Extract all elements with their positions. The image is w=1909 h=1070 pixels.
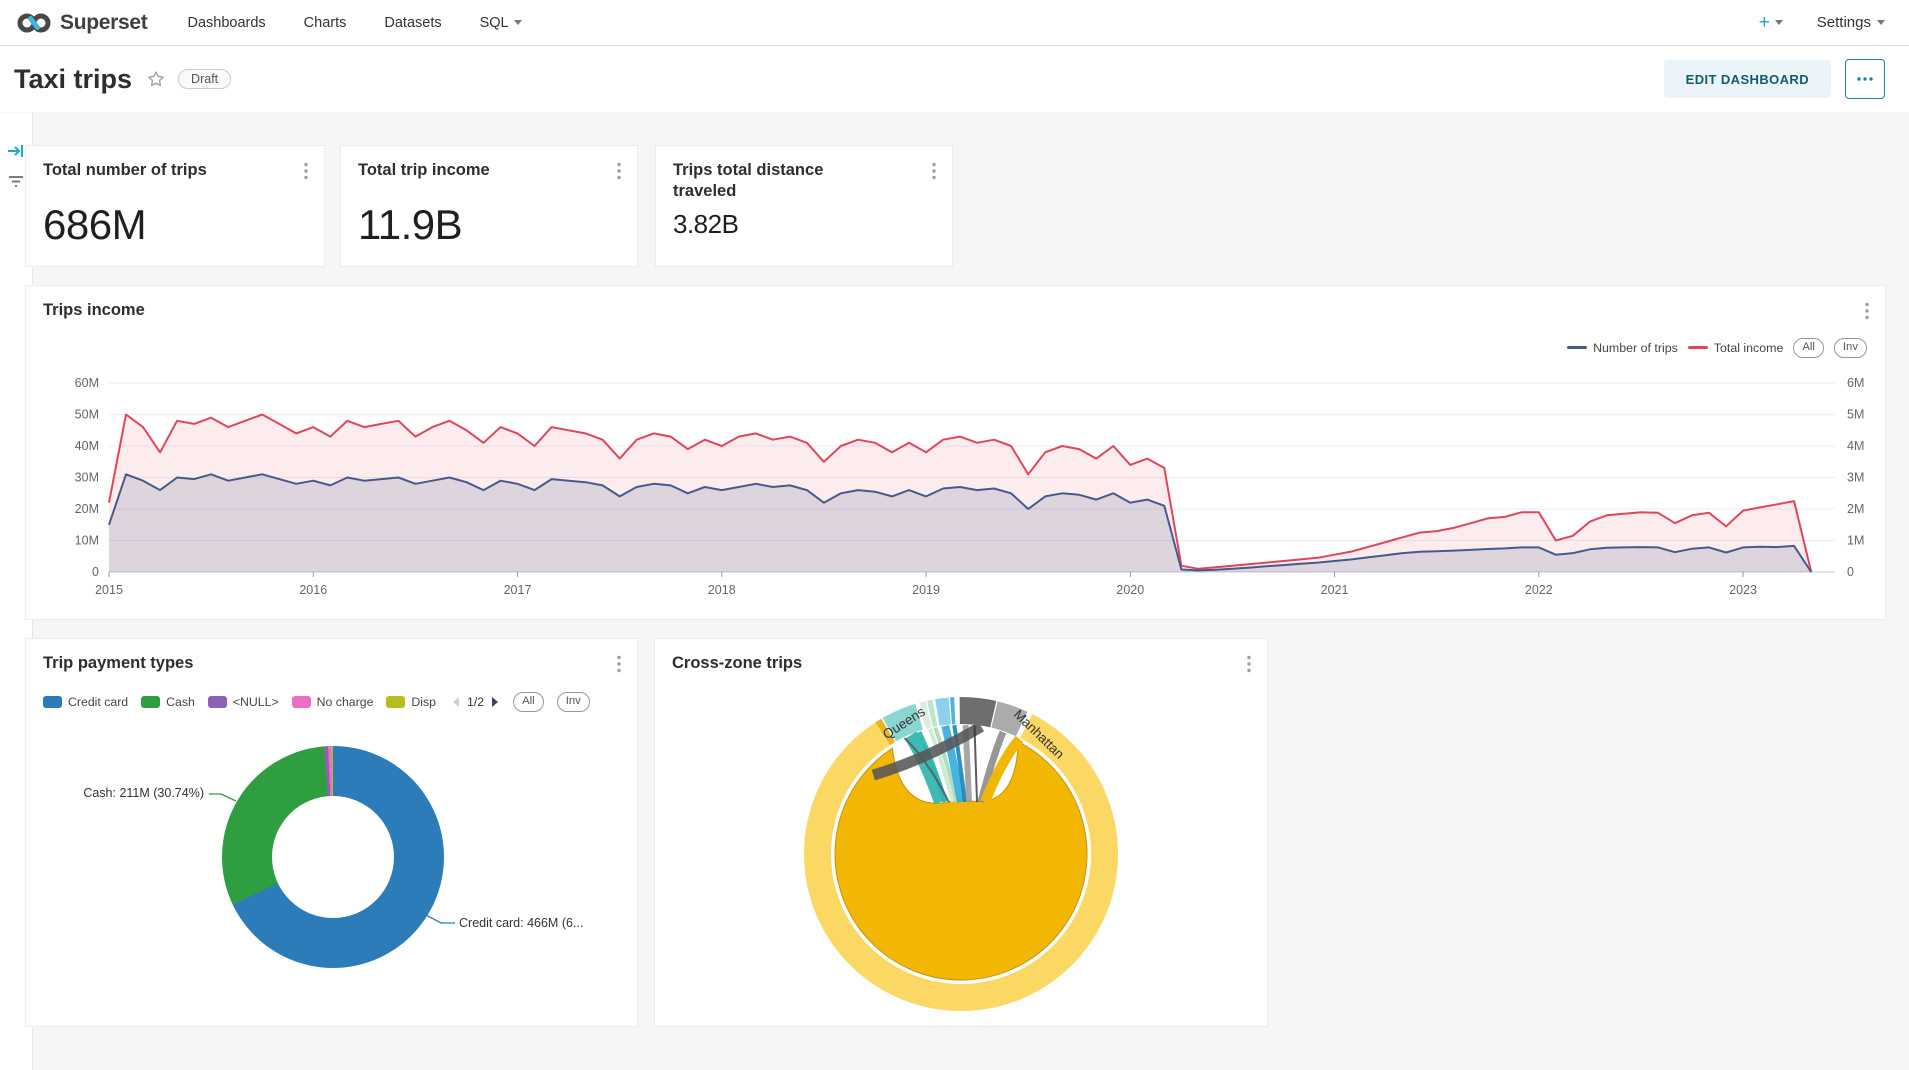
svg-text:1M: 1M <box>1847 534 1864 548</box>
more-options-button[interactable] <box>1845 59 1885 99</box>
legend-swatch <box>1688 346 1708 349</box>
legend-chip <box>141 696 160 708</box>
kpi-value: 686M <box>43 201 324 249</box>
callout-credit-card: Credit card: 466M (6... <box>459 916 583 930</box>
legend-chip <box>292 696 311 708</box>
svg-text:2018: 2018 <box>708 583 736 597</box>
superset-dashboard: Superset Dashboards Charts Datasets SQL … <box>0 0 1909 1070</box>
svg-text:2022: 2022 <box>1525 583 1553 597</box>
trip-payment-types-card: Trip payment types Credit card Cash <NULL>… <box>25 638 638 1027</box>
legend-item-number-of-trips[interactable]: Number of trips <box>1567 341 1678 355</box>
pie-legend-item[interactable]: Cash <box>141 695 195 709</box>
legend-pager: 1/2 <box>451 695 500 709</box>
donut-hole <box>272 796 394 918</box>
pie-legend-items: Credit card Cash <NULL> No charge Disp <box>43 695 436 709</box>
svg-text:6M: 6M <box>1847 376 1864 390</box>
kpi-card-total-distance: Trips total distance traveled 3.82B <box>655 145 953 267</box>
filter-icon[interactable] <box>7 173 25 194</box>
superset-logo[interactable]: Superset <box>16 10 147 36</box>
pie-legend-item[interactable]: No charge <box>292 695 374 709</box>
brand-name: Superset <box>60 11 147 35</box>
ellipsis-icon <box>1856 76 1874 82</box>
kpi-value: 3.82B <box>673 209 952 240</box>
payment-donut-chart[interactable] <box>222 746 444 968</box>
nav-datasets[interactable]: Datasets <box>384 15 441 31</box>
svg-text:40M: 40M <box>75 439 99 453</box>
legend-chip <box>208 696 227 708</box>
svg-text:0: 0 <box>92 565 99 579</box>
pager-page-indicator: 1/2 <box>467 695 484 709</box>
settings-menu[interactable]: Settings <box>1817 14 1885 31</box>
kebab-menu-icon[interactable] <box>613 653 625 680</box>
navbar: Superset Dashboards Charts Datasets SQL … <box>0 0 1909 46</box>
kebab-menu-icon[interactable] <box>613 160 625 187</box>
kpi-title: Trips total distance traveled <box>673 160 873 201</box>
favorite-star-icon[interactable] <box>146 69 166 89</box>
legend-chip <box>43 696 62 708</box>
trips-income-chart-card: Trips income Number of trips Total incom… <box>25 285 1886 620</box>
svg-text:3M: 3M <box>1847 471 1864 485</box>
legend-item-total-income[interactable]: Total income <box>1688 341 1784 355</box>
navbar-right: + Settings <box>1759 12 1885 34</box>
legend-swatch <box>1567 346 1587 349</box>
new-item-button[interactable]: + <box>1759 12 1783 34</box>
cross-zone-trips-card: Cross-zone trips QueensManhattan <box>654 638 1268 1027</box>
nav-charts[interactable]: Charts <box>304 15 347 31</box>
legend-inv-button[interactable]: Inv <box>1834 338 1867 358</box>
svg-text:2015: 2015 <box>95 583 123 597</box>
svg-text:4M: 4M <box>1847 439 1864 453</box>
kpi-card-total-trips: Total number of trips 686M <box>25 145 325 267</box>
status-badge: Draft <box>178 69 231 89</box>
kpi-title: Total trip income <box>358 160 490 181</box>
svg-text:2023: 2023 <box>1729 583 1757 597</box>
svg-text:30M: 30M <box>75 471 99 485</box>
svg-text:10M: 10M <box>75 534 99 548</box>
kebab-menu-icon[interactable] <box>928 160 940 187</box>
chart-title: Trips income <box>43 300 145 321</box>
dashboard-header: Taxi trips Draft EDIT DASHBOARD <box>0 46 1909 112</box>
svg-text:2016: 2016 <box>299 583 327 597</box>
kebab-menu-icon[interactable] <box>300 160 312 187</box>
pager-next-icon[interactable] <box>491 696 500 708</box>
chevron-down-icon <box>1775 20 1783 25</box>
svg-text:2019: 2019 <box>912 583 940 597</box>
kebab-menu-icon[interactable] <box>1861 300 1873 327</box>
nav-dashboards[interactable]: Dashboards <box>187 15 265 31</box>
kpi-value: 11.9B <box>358 201 637 249</box>
kpi-card-trip-income: Total trip income 11.9B <box>340 145 638 267</box>
pager-prev-icon[interactable] <box>451 696 460 708</box>
edit-dashboard-button[interactable]: EDIT DASHBOARD <box>1664 60 1831 98</box>
svg-text:2021: 2021 <box>1321 583 1349 597</box>
header-actions: EDIT DASHBOARD <box>1664 59 1885 99</box>
svg-text:60M: 60M <box>75 376 99 390</box>
svg-text:2020: 2020 <box>1116 583 1144 597</box>
timeseries-legend: Number of trips Total income All Inv <box>1567 338 1867 358</box>
svg-text:50M: 50M <box>75 408 99 422</box>
svg-text:20M: 20M <box>75 502 99 516</box>
legend-chip <box>386 696 405 708</box>
chord-diagram[interactable]: QueensManhattan <box>655 639 1269 1028</box>
page-title: Taxi trips <box>14 64 132 95</box>
svg-text:5M: 5M <box>1847 408 1864 422</box>
legend-all-button[interactable]: All <box>513 692 544 712</box>
kpi-title: Total number of trips <box>43 160 207 181</box>
legend-inv-button[interactable]: Inv <box>557 692 590 712</box>
nav-sql[interactable]: SQL <box>480 15 522 31</box>
svg-text:2M: 2M <box>1847 502 1864 516</box>
main-menu: Dashboards Charts Datasets SQL <box>187 15 521 31</box>
chart-title: Trip payment types <box>43 653 193 674</box>
legend-all-button[interactable]: All <box>1793 338 1824 358</box>
expand-filter-bar-icon[interactable] <box>7 143 25 164</box>
superset-infinity-icon <box>16 10 52 36</box>
pie-legend-item[interactable]: <NULL> <box>208 695 279 709</box>
pie-legend-item[interactable]: Disp <box>386 695 436 709</box>
timeseries-plot[interactable]: 60M 6M 50M 5M 40M 4M 30M 3M 20M 2M 10M 1M 0 0 2015 2016… <box>26 366 1887 616</box>
chevron-down-icon <box>1877 20 1885 25</box>
callout-cash: Cash: 211M (30.74%) <box>83 786 204 800</box>
svg-text:2017: 2017 <box>504 583 532 597</box>
chevron-down-icon <box>514 20 522 25</box>
pie-legend: Credit card Cash <NULL> No charge Disp 1/2 A… <box>26 680 637 712</box>
svg-text:0: 0 <box>1847 565 1854 579</box>
pie-legend-item[interactable]: Credit card <box>43 695 128 709</box>
